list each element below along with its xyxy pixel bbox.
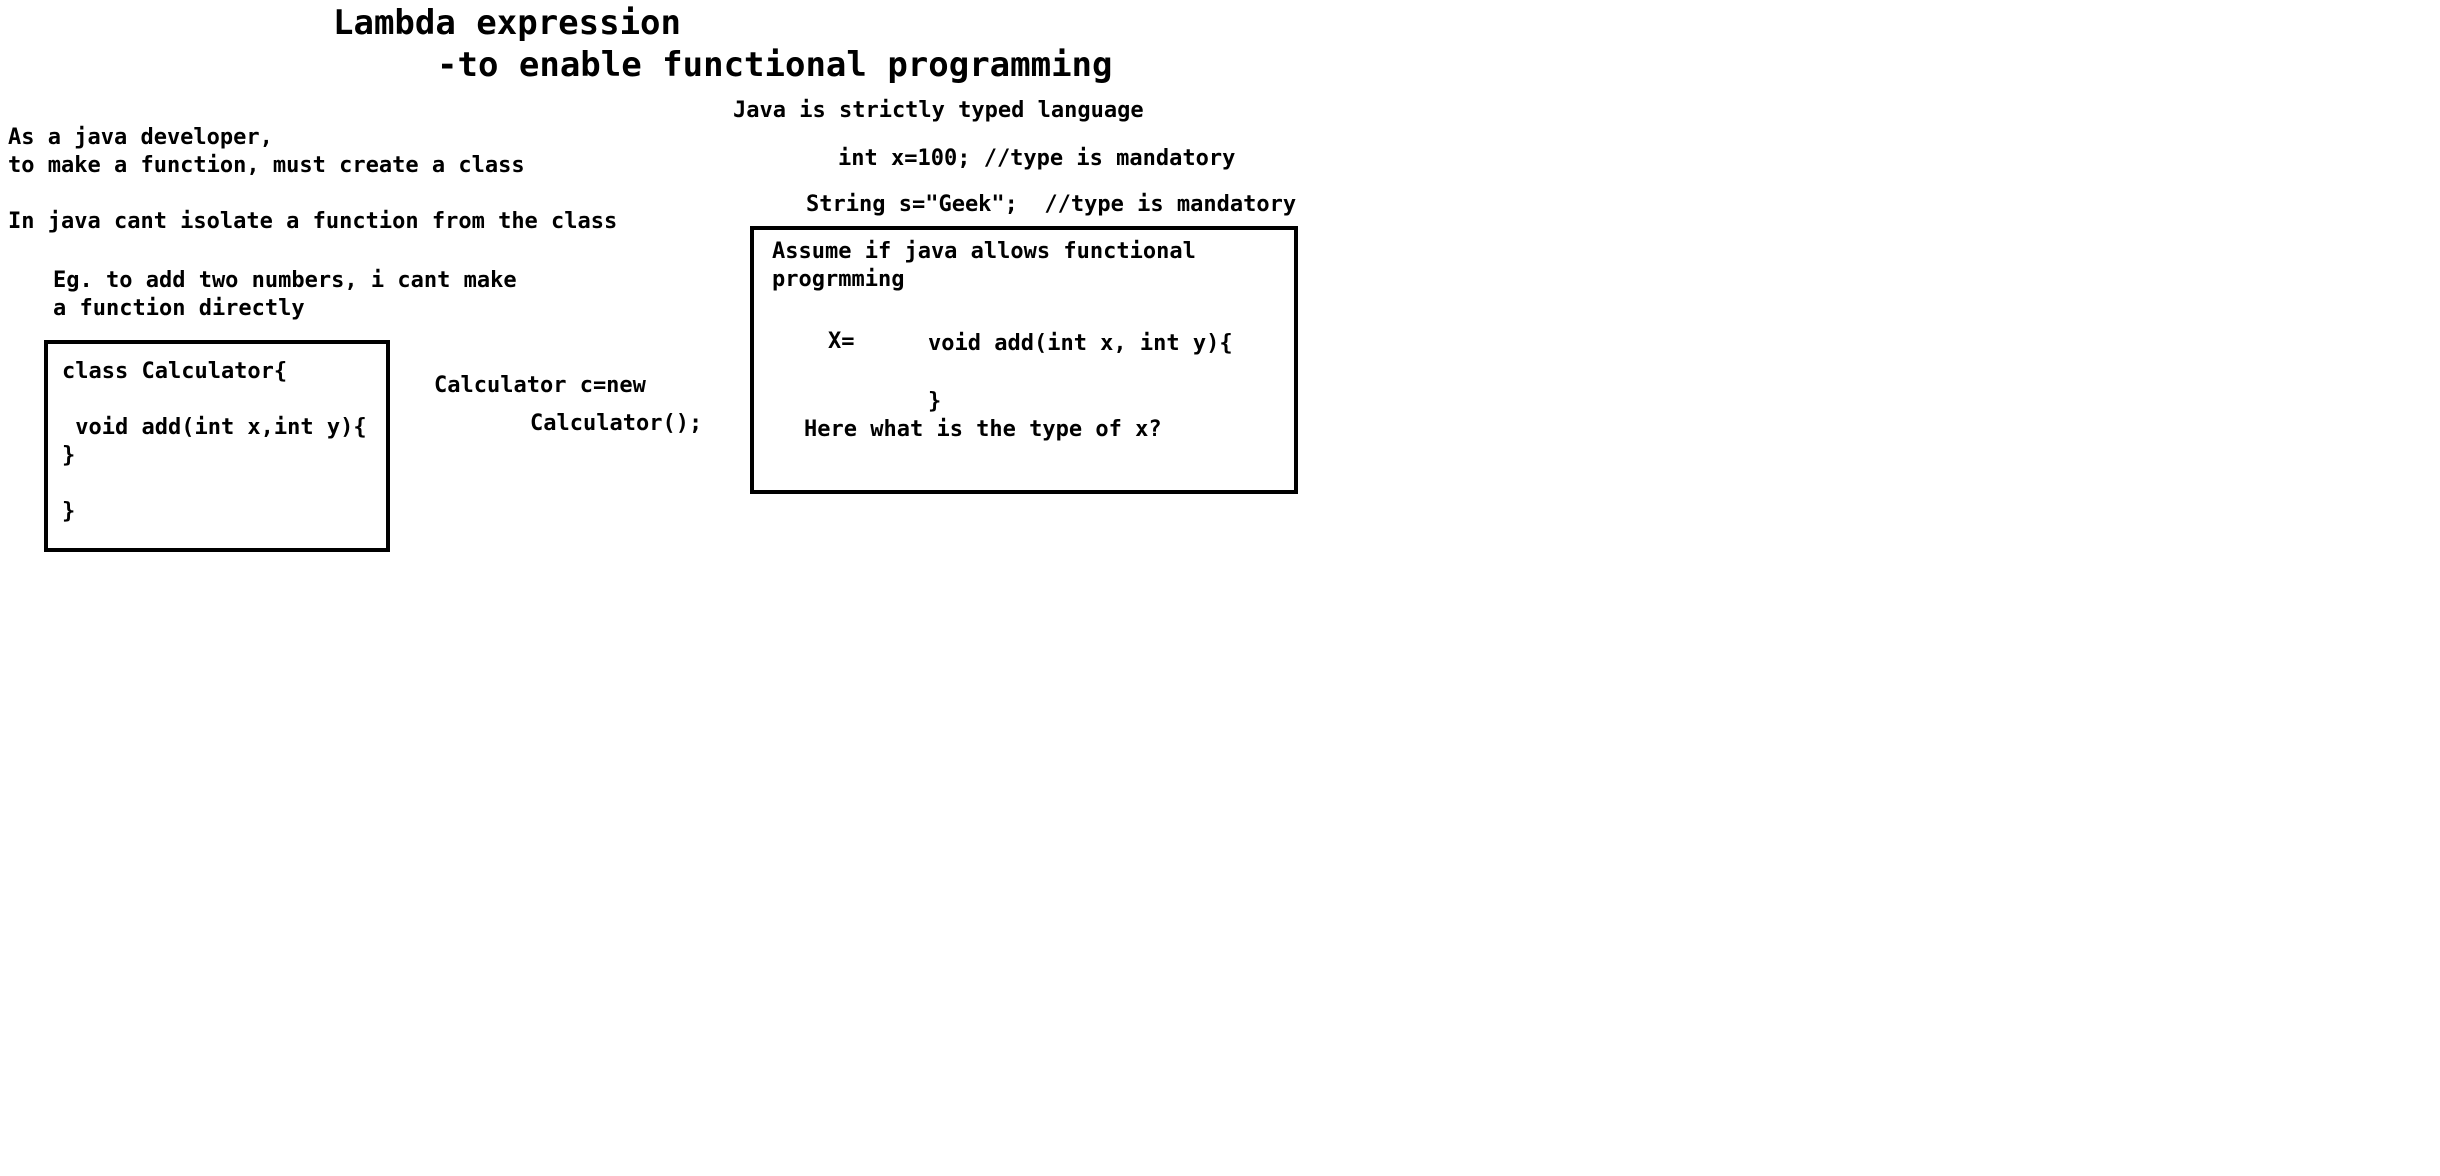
method-close-brace: }	[928, 389, 942, 414]
calculator-class-line-3: }	[62, 443, 76, 468]
instantiation-line-1: Calculator c=new	[434, 373, 646, 398]
intro-line-1: As a java developer,	[8, 125, 273, 150]
functional-box: Assume if java allows functional progrmm…	[750, 226, 1298, 494]
x-assignment-label: X=	[828, 329, 855, 354]
calculator-class-line-2: void add(int x,int y){	[62, 415, 367, 440]
example-line-2: a function directly	[53, 296, 305, 321]
example-line-1: Eg. to add two numbers, i cant make	[53, 268, 517, 293]
page-title: Lambda expression	[333, 3, 681, 43]
method-signature: void add(int x, int y){	[928, 331, 1233, 356]
intro-line-2: to make a function, must create a class	[8, 153, 525, 178]
functional-box-line-2: progrmming	[772, 267, 905, 292]
string-example: String s="Geek"; //type is mandatory	[806, 192, 1297, 217]
typed-language-note: Java is strictly typed language	[733, 98, 1144, 123]
page-subtitle: -to enable functional programming	[437, 45, 1113, 85]
calculator-class-box: class Calculator{ void add(int x,int y){…	[44, 340, 390, 552]
calculator-class-line-1: class Calculator{	[62, 359, 288, 384]
int-example: int x=100; //type is mandatory	[838, 146, 1236, 171]
isolate-note: In java cant isolate a function from the…	[8, 209, 618, 234]
instantiation-line-2: Calculator();	[530, 411, 703, 436]
calculator-class-line-4: }	[62, 499, 76, 524]
type-question: Here what is the type of x?	[804, 417, 1162, 442]
functional-box-line-1: Assume if java allows functional	[772, 239, 1196, 264]
